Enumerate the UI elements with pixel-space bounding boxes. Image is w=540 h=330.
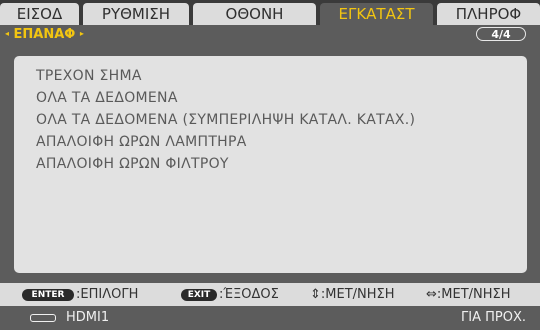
- reset-options-panel: ΤΡΕΧΟΝ ΣΗΜΑ ΟΛΑ ΤΑ ΔΕΔΟΜΕΝΑ ΟΛΑ ΤΑ ΔΕΔΟΜ…: [14, 56, 527, 273]
- menu-item-clear-lamp-hours[interactable]: ΑΠΑΛΟΙΦΗ ΩΡΩΝ ΛΑΜΠΤΗΡΑ: [36, 132, 247, 152]
- hdmi-cable-icon: [30, 314, 56, 322]
- left-arrow-icon: ◂: [5, 29, 10, 38]
- menu-item-all-data[interactable]: ΟΛΑ ΤΑ ΔΕΔΟΜΕΝΑ: [36, 88, 178, 108]
- submenu-bar: ◂ ΕΠΑΝΑΦ ▸ 4/4: [0, 25, 540, 43]
- exit-key-icon: EXIT: [181, 289, 217, 301]
- right-arrow-icon: ▸: [79, 29, 84, 38]
- help-move-horizontal: ⇔:ΜΕΤ/ΝΗΣΗ: [426, 287, 511, 302]
- tab-setup[interactable]: ΡΥΘΜΙΣΗ: [83, 3, 189, 25]
- help-exit: :ΈΞΟΔΟΣ: [219, 287, 279, 302]
- help-bar: ENTER :ΕΠΙΛΟΓΗ EXIT :ΈΞΟΔΟΣ ⇕:ΜΕΤ/ΝΗΣΗ ⇔…: [0, 283, 540, 306]
- tab-display[interactable]: ΟΘΟΝΗ: [193, 3, 316, 25]
- enter-key-icon: ENTER: [22, 289, 74, 301]
- menu-item-current-signal[interactable]: ΤΡΕΧΟΝ ΣΗΜΑ: [36, 66, 142, 86]
- status-right-text: ΓΙΑ ΠΡΟΧ.: [461, 310, 526, 325]
- main-area: ΤΡΕΧΟΝ ΣΗΜΑ ΟΛΑ ΤΑ ΔΕΔΟΜΕΝΑ ΟΛΑ ΤΑ ΔΕΔΟΜ…: [0, 43, 540, 283]
- menu-item-clear-filter-hours[interactable]: ΑΠΑΛΟΙΦΗ ΩΡΩΝ ΦΙΛΤΡΟΥ: [36, 154, 229, 174]
- status-bar: HDMI1 ΓΙΑ ΠΡΟΧ.: [0, 306, 540, 330]
- tab-installation[interactable]: ΕΓΚΑΤΑΣΤ: [320, 3, 433, 25]
- help-select: :ΕΠΙΛΟΓΗ: [76, 287, 139, 302]
- page-indicator: 4/4: [476, 27, 526, 41]
- tab-input[interactable]: ΕΙΣΟΔ: [0, 3, 79, 25]
- submenu-title[interactable]: ◂ ΕΠΑΝΑΦ ▸: [5, 25, 84, 43]
- help-move-vertical: ⇕:ΜΕΤ/ΝΗΣΗ: [310, 287, 395, 302]
- menu-item-all-data-incl-entry-list[interactable]: ΟΛΑ ΤΑ ΔΕΔΟΜΕΝΑ (ΣΥΜΠΕΡΙΛΗΨΗ ΚΑΤΑΛ. ΚΑΤΑ…: [36, 110, 415, 130]
- submenu-label: ΕΠΑΝΑΦ: [13, 27, 76, 42]
- tab-info[interactable]: ΠΛΗΡΟΦ: [437, 3, 540, 25]
- menu-tab-bar: ΕΙΣΟΔ ΡΥΘΜΙΣΗ ΟΘΟΝΗ ΕΓΚΑΤΑΣΤ ΠΛΗΡΟΦ: [0, 0, 540, 25]
- input-source: HDMI1: [66, 310, 110, 325]
